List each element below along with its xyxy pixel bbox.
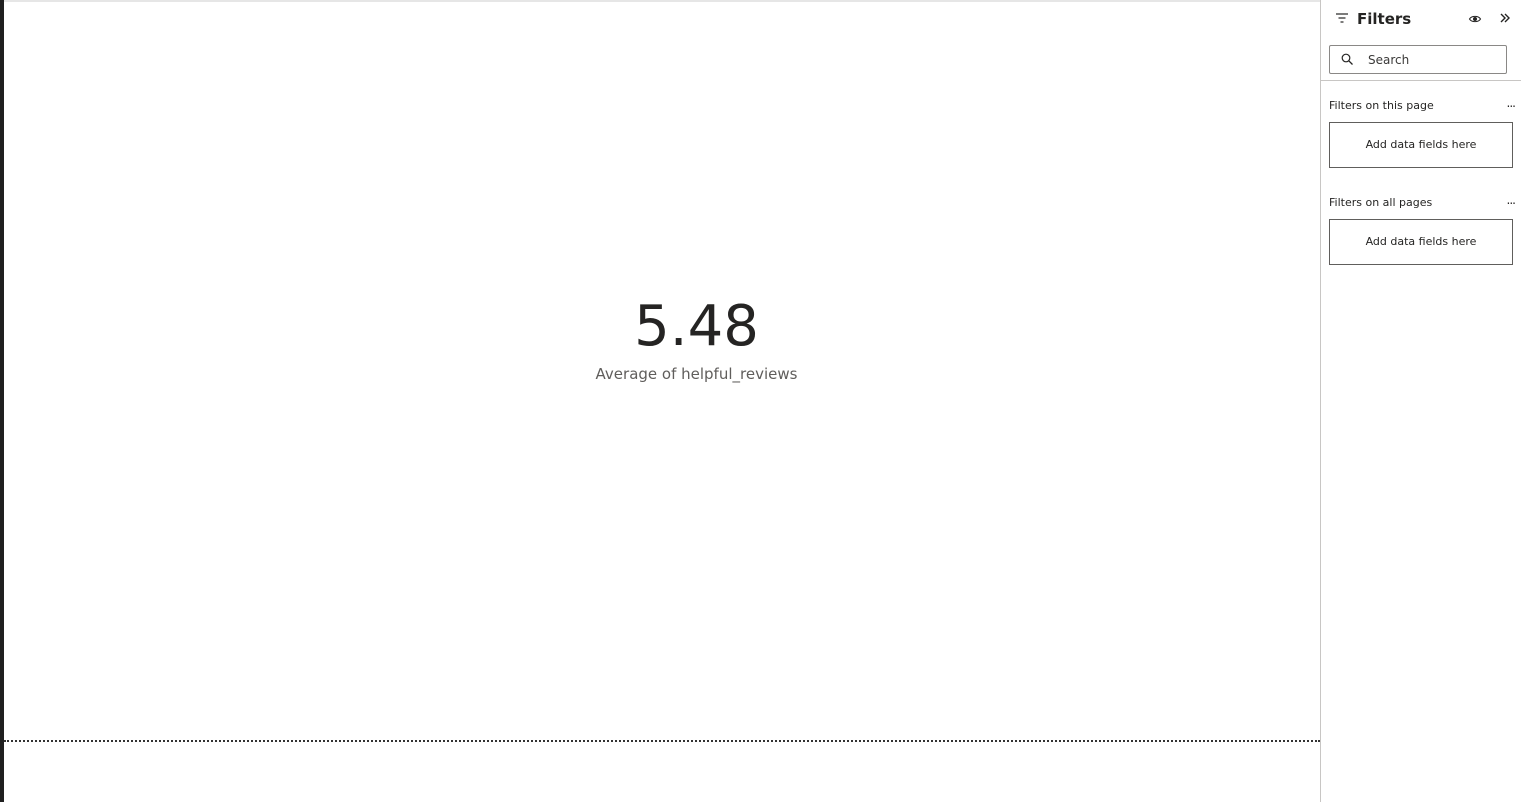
section-title-this-page: Filters on this page xyxy=(1329,99,1434,112)
search-input[interactable] xyxy=(1368,50,1498,70)
card-value: 5.48 xyxy=(634,294,759,359)
report-canvas[interactable]: 5.48 Average of helpful_reviews xyxy=(4,2,1320,802)
filters-pane: Filters Filters on this page ... Add dat… xyxy=(1320,0,1521,802)
filters-pane-title: Filters xyxy=(1357,10,1412,28)
search-icon xyxy=(1341,53,1353,65)
card-visual[interactable]: 5.48 Average of helpful_reviews xyxy=(484,292,909,402)
more-options-button[interactable]: ... xyxy=(1507,95,1517,111)
drop-well-this-page[interactable]: Add data fields here xyxy=(1329,122,1513,168)
filters-search-box[interactable] xyxy=(1329,45,1507,74)
more-options-button[interactable]: ... xyxy=(1507,192,1517,208)
section-header-all-pages: Filters on all pages ... xyxy=(1329,192,1517,211)
report-page: 5.48 Average of helpful_reviews Filters xyxy=(0,0,1521,802)
pane-divider xyxy=(1321,80,1521,81)
card-label: Average of helpful_reviews xyxy=(595,365,798,383)
section-title-all-pages: Filters on all pages xyxy=(1329,196,1433,209)
eye-icon[interactable] xyxy=(1468,12,1482,26)
drop-well-all-pages[interactable]: Add data fields here xyxy=(1329,219,1513,265)
chevron-double-right-icon[interactable] xyxy=(1498,11,1512,25)
filter-icon xyxy=(1336,13,1348,23)
section-header-this-page: Filters on this page ... xyxy=(1329,95,1517,114)
filters-pane-header: Filters xyxy=(1321,0,1521,38)
page-boundary-line xyxy=(4,740,1320,742)
